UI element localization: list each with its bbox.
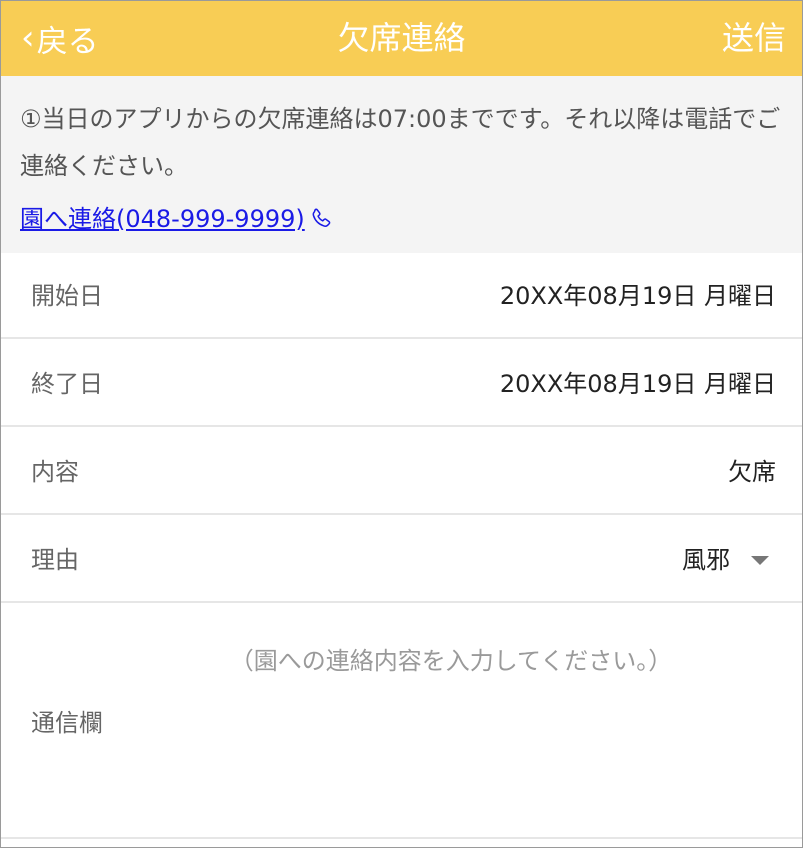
notice-panel: ①当日のアプリからの欠席連絡は07:00までです。それ以降は電話でご連絡ください… (1, 76, 802, 253)
start-date-label: 開始日 (31, 282, 103, 310)
notice-text: ①当日のアプリからの欠席連絡は07:00までです。それ以降は電話でご連絡ください… (20, 105, 781, 180)
reason-select[interactable]: 理由 風邪 (1, 517, 802, 603)
call-school-link-label: 園へ連絡(048-999-9999) (20, 205, 305, 233)
start-date-row[interactable]: 開始日 20XX年08月19日 月曜日 (1, 253, 802, 339)
app-frame: ‹ 戻る 欠席連絡 送信 ①当日のアプリからの欠席連絡は07:00までです。それ… (0, 0, 803, 848)
reason-label: 理由 (31, 546, 79, 574)
header-bar: ‹ 戻る 欠席連絡 送信 (1, 1, 802, 76)
reason-value: 風邪 (682, 546, 730, 574)
content-label: 内容 (31, 458, 79, 486)
send-button[interactable]: 送信 (722, 15, 786, 61)
message-input[interactable] (141, 635, 761, 823)
start-date-value: 20XX年08月19日 月曜日 (499, 282, 776, 310)
end-date-row[interactable]: 終了日 20XX年08月19日 月曜日 (1, 341, 802, 427)
chevron-down-icon[interactable] (751, 556, 769, 565)
end-date-value: 20XX年08月19日 月曜日 (499, 370, 776, 398)
page-title: 欠席連絡 (337, 19, 466, 57)
call-school-link[interactable]: 園へ連絡(048-999-9999) (20, 202, 334, 236)
end-date-label: 終了日 (31, 370, 103, 398)
content-value: 欠席 (728, 458, 776, 486)
message-label: 通信欄 (31, 709, 103, 737)
message-section: 通信欄 (1, 605, 802, 839)
content-row[interactable]: 内容 欠席 (1, 429, 802, 515)
phone-icon (312, 208, 331, 227)
